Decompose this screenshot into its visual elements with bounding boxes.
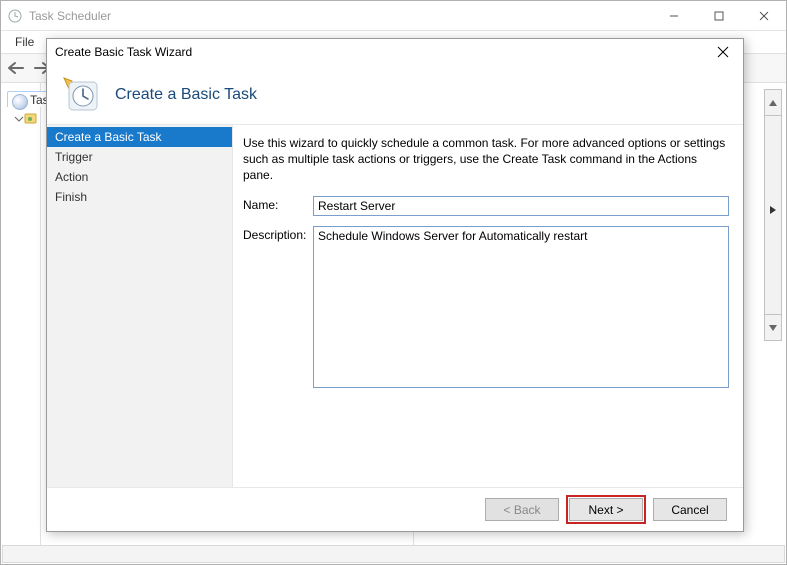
dialog-close-button[interactable]	[703, 39, 743, 65]
wizard-steps: Create a Basic Task Trigger Action Finis…	[47, 125, 233, 487]
close-icon	[717, 46, 729, 58]
step-create-basic-task[interactable]: Create a Basic Task	[47, 127, 232, 147]
dialog-titlebar: Create Basic Task Wizard	[47, 39, 743, 65]
step-finish[interactable]: Finish	[47, 187, 232, 207]
back-button: < Back	[485, 498, 559, 521]
main-titlebar: Task Scheduler	[1, 1, 786, 31]
step-trigger[interactable]: Trigger	[47, 147, 232, 167]
dialog-header: Create a Basic Task	[47, 65, 743, 125]
tree-pane: Tas	[1, 83, 41, 563]
cancel-button[interactable]: Cancel	[653, 498, 727, 521]
wizard-intro-text: Use this wizard to quickly schedule a co…	[243, 135, 729, 184]
maximize-button[interactable]	[696, 1, 741, 30]
description-textarea[interactable]	[313, 226, 729, 388]
tree-expand-icon[interactable]	[13, 113, 37, 127]
clock-icon	[7, 8, 23, 24]
name-input[interactable]	[313, 196, 729, 216]
create-basic-task-wizard-dialog: Create Basic Task Wizard Create a Basic …	[46, 38, 744, 532]
spin-up[interactable]	[765, 90, 781, 115]
step-action[interactable]: Action	[47, 167, 232, 187]
dialog-heading: Create a Basic Task	[115, 86, 257, 104]
minimize-button[interactable]	[651, 1, 696, 30]
back-arrow-icon[interactable]	[5, 57, 27, 79]
main-window-title: Task Scheduler	[29, 9, 651, 23]
spin-down[interactable]	[765, 315, 781, 340]
dialog-footer: < Back Next > Cancel	[47, 487, 743, 531]
next-button[interactable]: Next >	[569, 498, 643, 521]
name-label: Name:	[243, 196, 313, 212]
wizard-content: Use this wizard to quickly schedule a co…	[233, 125, 743, 487]
status-bar	[2, 545, 785, 563]
dialog-title: Create Basic Task Wizard	[55, 45, 703, 59]
close-main-button[interactable]	[741, 1, 786, 30]
spin-mid[interactable]	[765, 115, 781, 315]
scroll-spinner	[764, 89, 782, 341]
description-label: Description:	[243, 226, 313, 242]
wizard-clock-icon	[61, 76, 99, 114]
menu-file[interactable]: File	[7, 33, 42, 51]
